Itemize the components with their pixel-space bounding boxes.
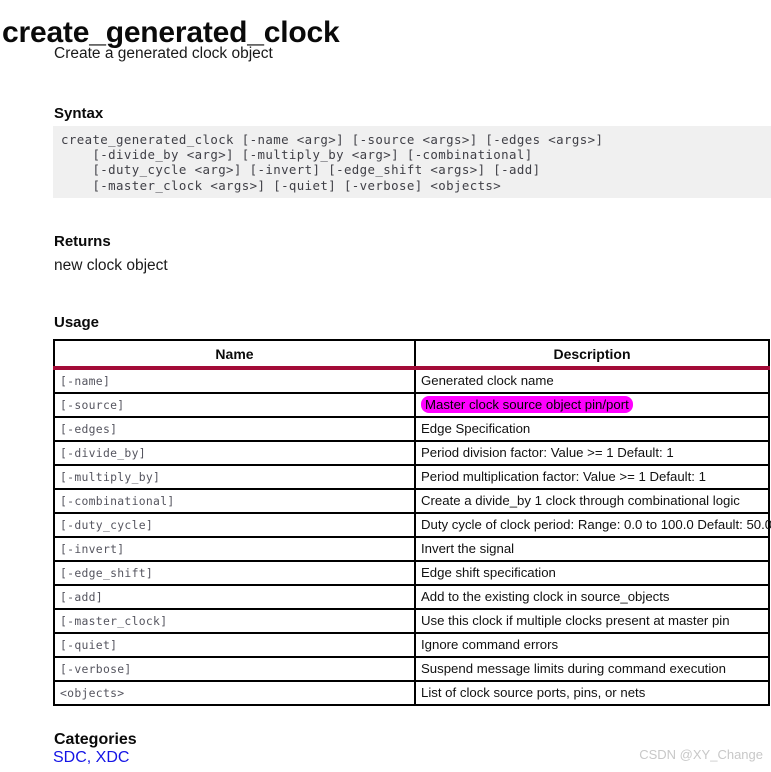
table-row: [-duty_cycle] Duty cycle of clock period:… (54, 512, 771, 537)
category-link-sdc[interactable]: SDC (53, 749, 87, 766)
categories-separator: , (86, 749, 96, 766)
table-cell-description: List of clock source ports, pins, or net… (415, 680, 769, 705)
option-description: Ignore command errors (421, 637, 559, 652)
table-cell-description: Ignore command errors (415, 632, 769, 657)
table-cell-name: [-source] (54, 392, 416, 417)
section-heading-categories: Categories (54, 731, 137, 749)
option-name: [-divide_by] (60, 446, 146, 460)
table-cell-name: [-edges] (54, 416, 416, 441)
section-heading-syntax: Syntax (54, 105, 104, 123)
option-description: Period division factor: Value >= 1 Defau… (421, 445, 674, 460)
table-cell-name: <objects> (54, 680, 416, 705)
returns-value: new clock object (54, 257, 168, 274)
table-cell-name: [-verbose] (54, 656, 416, 681)
section-heading-returns: Returns (54, 233, 111, 251)
table-row: [-name] Generated clock name (54, 368, 769, 393)
usage-table: Name Description [-name] Generated clock … (53, 339, 771, 706)
table-row: <objects> List of clock source ports, pin… (54, 680, 769, 705)
table-row: [-quiet] Ignore command errors (54, 632, 769, 657)
column-header-name: Name (54, 340, 416, 370)
table-cell-description: Edge shift specification (415, 560, 769, 585)
option-description: Edge shift specification (421, 565, 556, 580)
table-cell-description: Add to the existing clock in source_obje… (415, 584, 769, 609)
option-name: [-verbose] (60, 662, 132, 676)
option-name: [-name] (60, 374, 111, 388)
table-cell-description: Period division factor: Value >= 1 Defau… (415, 440, 769, 465)
table-row: [-divide_by] Period division factor: Valu… (54, 440, 769, 465)
table-cell-description: Suspend message limits during command ex… (415, 656, 769, 681)
option-name: [-add] (60, 590, 103, 604)
usage-table-container: Name Description [-name] Generated clock … (53, 339, 771, 706)
table-cell-name: [-multiply_by] (54, 464, 416, 489)
option-name: [-combinational] (60, 494, 175, 508)
text-highlight: Master clock source object pin/port (421, 396, 633, 413)
table-row: [-source] Master clock source object pin/… (54, 392, 769, 417)
option-name: [-edges] (60, 422, 118, 436)
table-row: [-invert] Invert the signal (54, 536, 769, 561)
option-name: [-multiply_by] (60, 470, 161, 484)
column-header-description: Description (415, 340, 769, 370)
option-description: List of clock source ports, pins, or net… (421, 685, 646, 700)
table-row: [-verbose] Suspend message limits during … (54, 656, 769, 681)
table-cell-description: Use this clock if multiple clocks presen… (415, 608, 769, 633)
option-description: Add to the existing clock in source_obje… (421, 589, 670, 604)
option-description: Edge Specification (421, 421, 531, 436)
option-description-highlighted: Master clock source object pin/port (421, 396, 633, 413)
section-heading-usage: Usage (54, 314, 100, 332)
option-description: Period multiplication factor: Value >= 1… (421, 469, 706, 484)
option-name: <objects> (60, 686, 125, 700)
table-cell-name: [-add] (54, 584, 416, 609)
option-name: [-duty_cycle] (60, 518, 154, 532)
table-cell-description: Invert the signal (415, 536, 769, 561)
table-cell-name: [-invert] (54, 536, 416, 561)
table-cell-name: [-combinational] (54, 488, 416, 513)
option-name: [-invert] (60, 542, 125, 556)
table-row: [-edge_shift] Edge shift specification (54, 560, 769, 585)
option-description: Suspend message limits during command ex… (421, 661, 726, 676)
table-cell-name: [-duty_cycle] (54, 512, 416, 537)
table-cell-description: Duty cycle of clock period: Range: 0.0 t… (415, 512, 771, 537)
category-link-xdc[interactable]: XDC (96, 749, 130, 766)
option-name: [-quiet] (60, 638, 118, 652)
table-row: [-add] Add to the existing clock in sourc… (54, 584, 769, 609)
table-cell-name: [-quiet] (54, 632, 416, 657)
table-row: [-multiply_by] Period multiplication fact… (54, 464, 769, 489)
watermark: CSDN @XY_Change (639, 747, 763, 762)
table-header-row: Name Description (54, 340, 769, 370)
table-cell-name: [-divide_by] (54, 440, 416, 465)
page-summary: Create a generated clock object (54, 45, 273, 62)
option-description: Duty cycle of clock period: Range: 0.0 t… (421, 517, 771, 532)
option-name: [-source] (60, 398, 125, 412)
option-description: Invert the signal (421, 541, 515, 556)
table-cell-description: Edge Specification (415, 416, 769, 441)
option-description: Generated clock name (421, 373, 554, 388)
syntax-code-text: create_generated_clock [-name <arg>] [-s… (61, 132, 604, 193)
table-row: [-master_clock] Use this clock if multipl… (54, 608, 769, 633)
table-cell-description: Period multiplication factor: Value >= 1… (415, 464, 769, 489)
table-cell-name: [-name] (54, 368, 416, 393)
option-name: [-edge_shift] (60, 566, 154, 580)
table-cell-description: Master clock source object pin/port (415, 392, 769, 417)
option-description: Use this clock if multiple clocks presen… (421, 613, 730, 628)
table-cell-description: Generated clock name (415, 368, 769, 393)
table-cell-name: [-edge_shift] (54, 560, 416, 585)
option-name: [-master_clock] (60, 614, 168, 628)
table-row: [-combinational] Create a divide_by 1 clo… (54, 488, 769, 513)
syntax-code-block: create_generated_clock [-name <arg>] [-s… (53, 126, 771, 198)
table-row: [-edges] Edge Specification (54, 416, 769, 441)
table-cell-name: [-master_clock] (54, 608, 416, 633)
option-description: Create a divide_by 1 clock through combi… (421, 493, 740, 508)
categories-link-list: SDC, XDC (53, 749, 129, 767)
table-cell-description: Create a divide_by 1 clock through combi… (415, 488, 769, 513)
